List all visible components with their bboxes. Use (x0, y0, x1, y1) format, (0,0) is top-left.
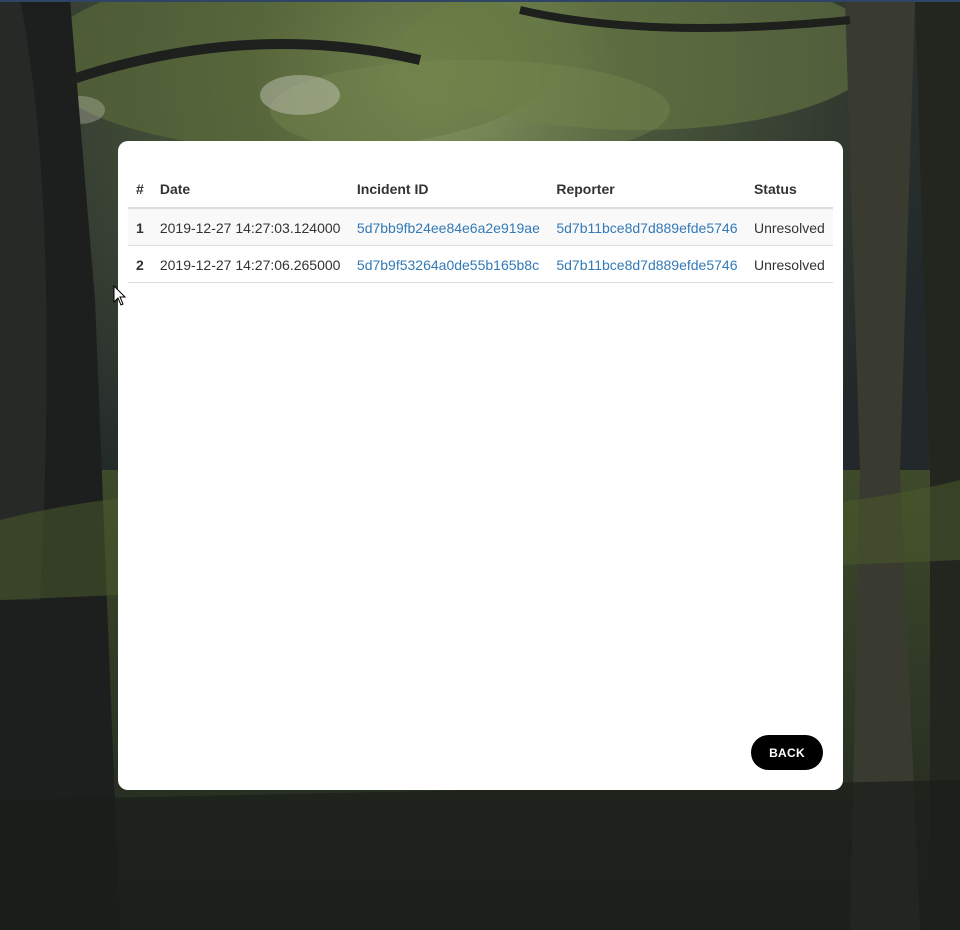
reporter-link[interactable]: 5d7b11bce8d7d889efde5746 (556, 220, 737, 236)
table-row: 2 2019-12-27 14:27:06.265000 5d7b9f53264… (128, 245, 833, 283)
row-incident-id-cell: 5d7bb9fb24ee84e6a2e919ae (348, 208, 549, 246)
reporter-link[interactable]: 5d7b11bce8d7d889efde5746 (556, 257, 737, 273)
incident-id-link[interactable]: 5d7bb9fb24ee84e6a2e919ae (357, 220, 540, 236)
column-header-number: # (128, 169, 152, 209)
back-button[interactable]: BACK (751, 735, 823, 770)
column-header-incident-id: Incident ID (348, 169, 549, 209)
row-status: Unresolved (745, 245, 833, 283)
row-number: 1 (128, 208, 152, 246)
row-date: 2019-12-27 14:27:06.265000 (151, 245, 349, 283)
incident-list-card: # Date Incident ID Reporter Status 1 201… (118, 141, 843, 790)
table-header-row: # Date Incident ID Reporter Status (128, 169, 833, 209)
incident-id-link[interactable]: 5d7b9f53264a0de55b165b8c (357, 257, 539, 273)
column-header-reporter: Reporter (548, 169, 746, 209)
column-header-date: Date (151, 169, 349, 209)
row-reporter-cell: 5d7b11bce8d7d889efde5746 (548, 208, 746, 246)
row-reporter-cell: 5d7b11bce8d7d889efde5746 (548, 245, 746, 283)
row-incident-id-cell: 5d7b9f53264a0de55b165b8c (348, 245, 549, 283)
window-top-border (0, 0, 960, 2)
row-number: 2 (128, 245, 152, 283)
row-status: Unresolved (745, 208, 833, 246)
row-date: 2019-12-27 14:27:03.124000 (151, 208, 349, 246)
mouse-cursor-icon (113, 285, 127, 306)
table-row: 1 2019-12-27 14:27:03.124000 5d7bb9fb24e… (128, 208, 833, 246)
column-header-status: Status (745, 169, 833, 209)
incident-table: # Date Incident ID Reporter Status 1 201… (128, 169, 833, 283)
